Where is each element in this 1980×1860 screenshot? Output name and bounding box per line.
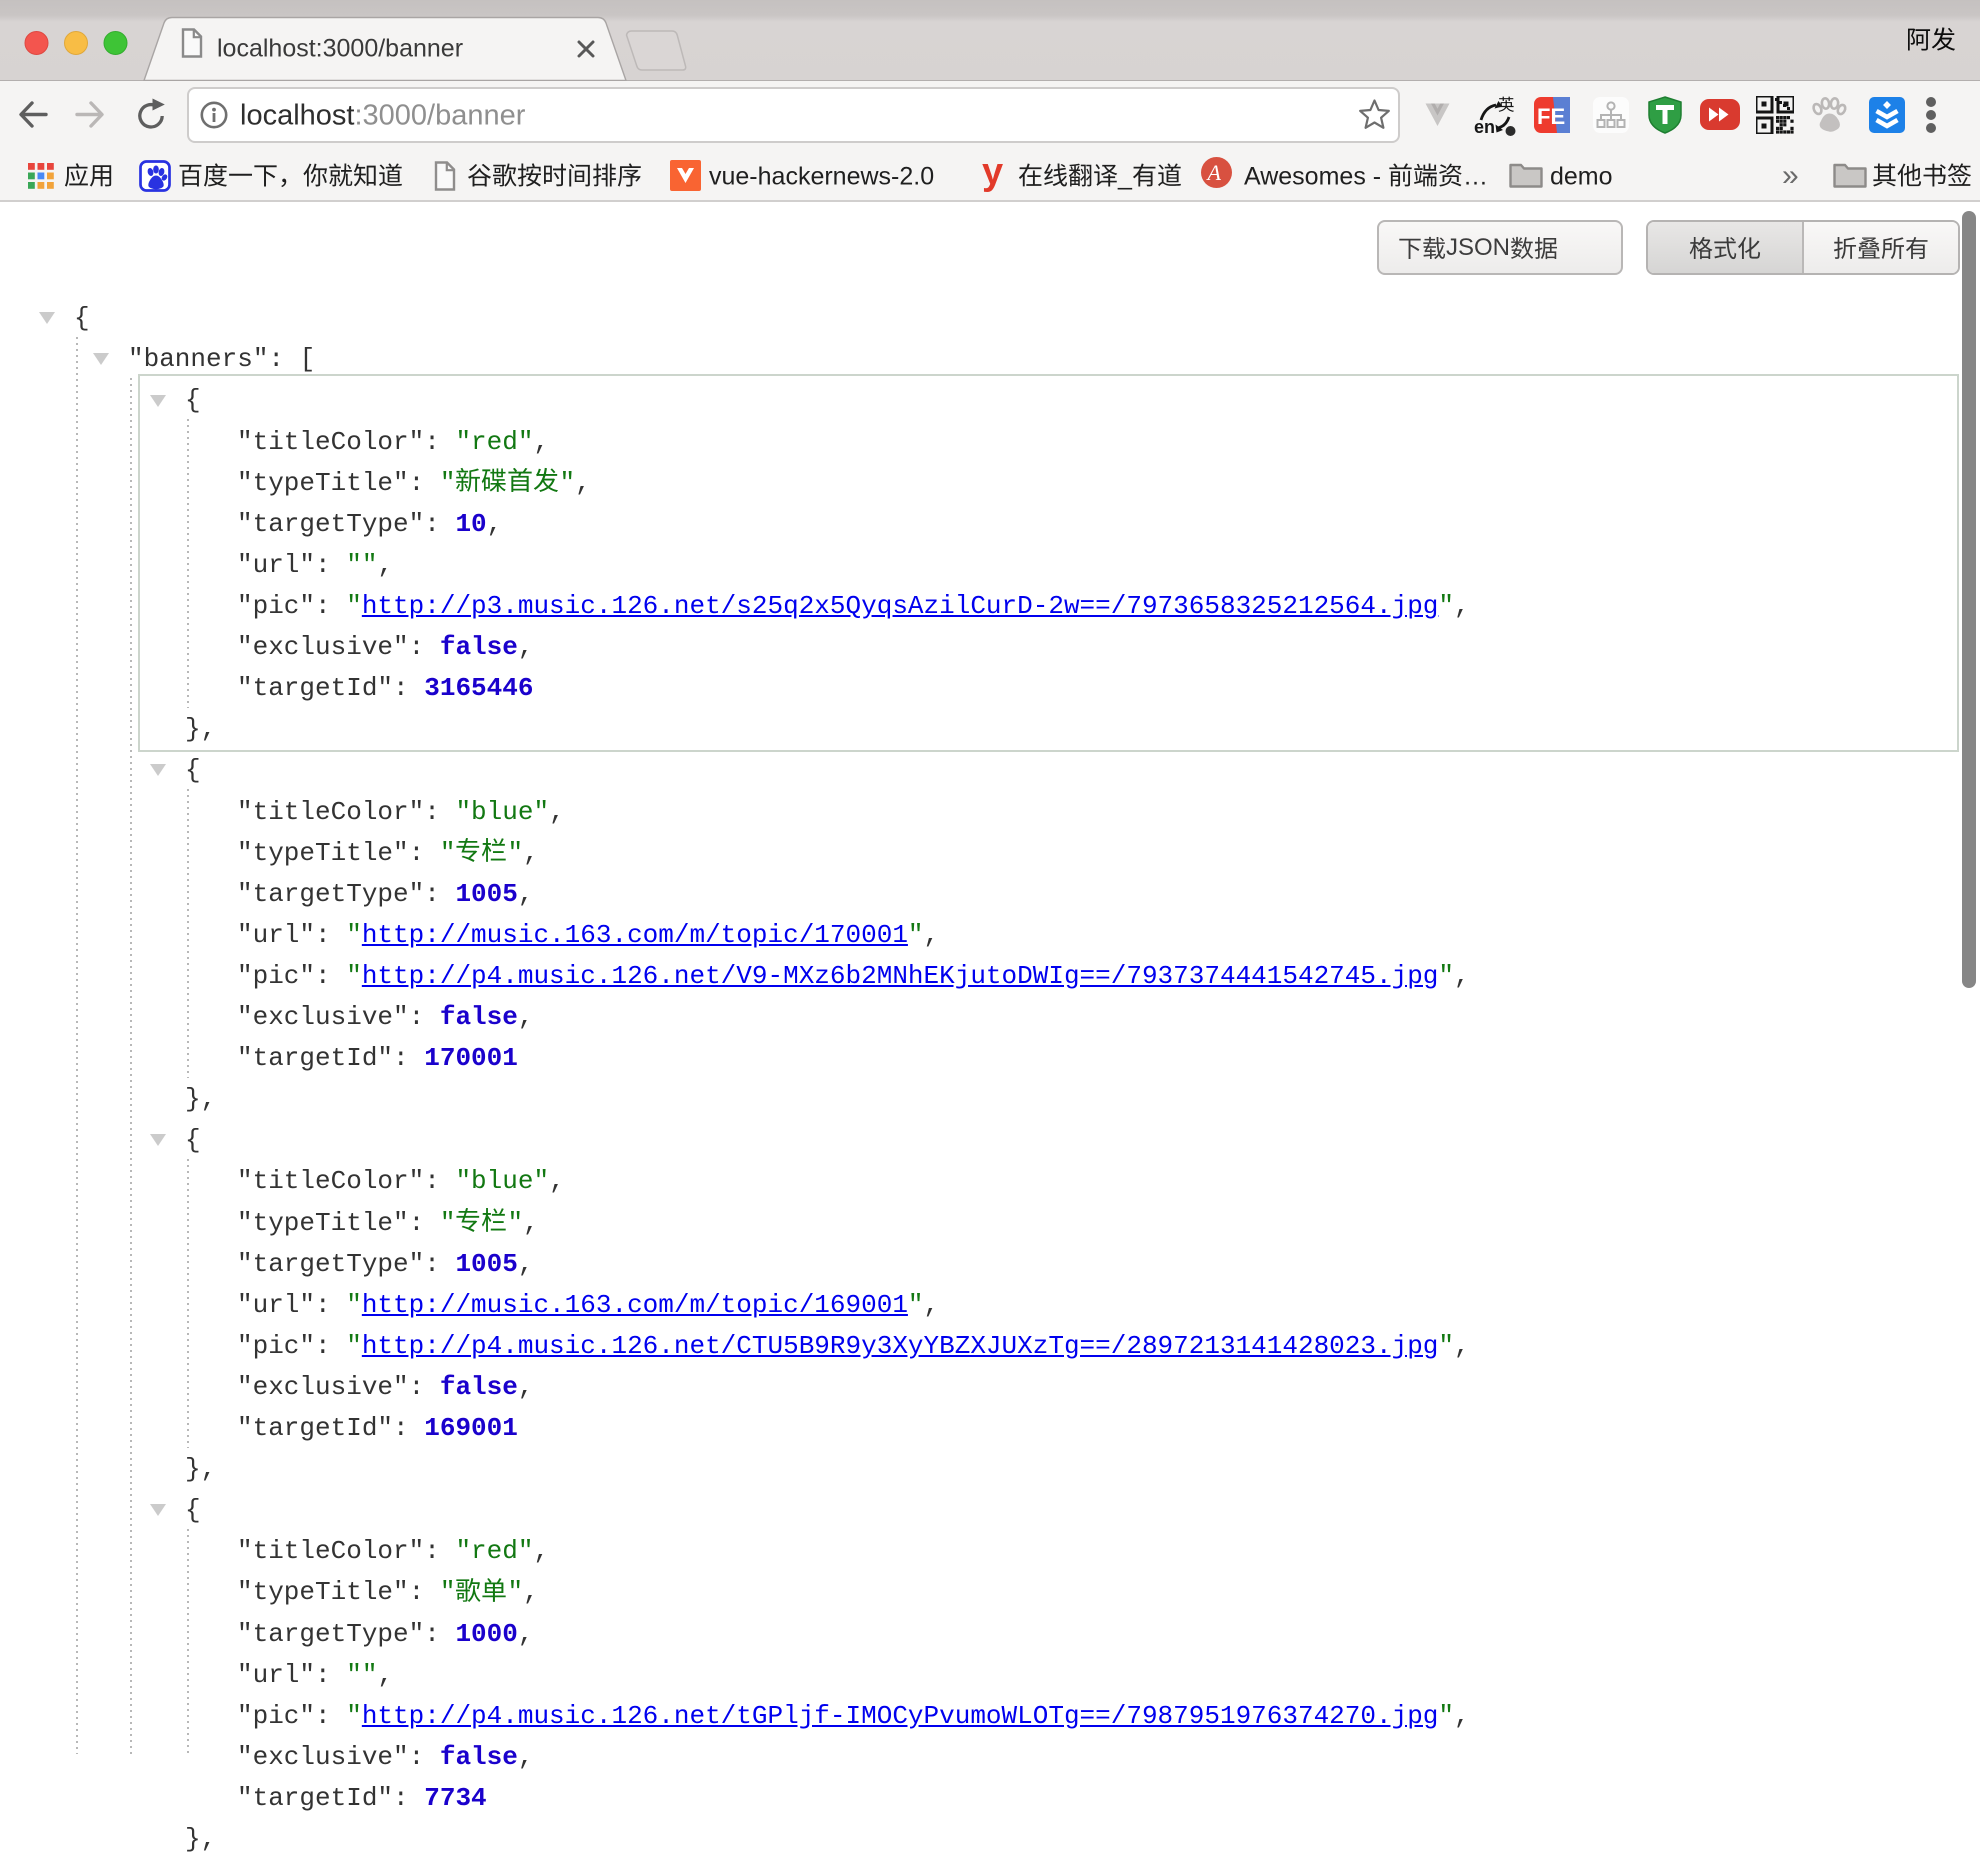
- svg-text:y: y: [982, 153, 1003, 193]
- svg-text:A: A: [1206, 160, 1222, 185]
- svg-text:en: en: [1474, 117, 1495, 136]
- svg-text:FE: FE: [1537, 104, 1565, 129]
